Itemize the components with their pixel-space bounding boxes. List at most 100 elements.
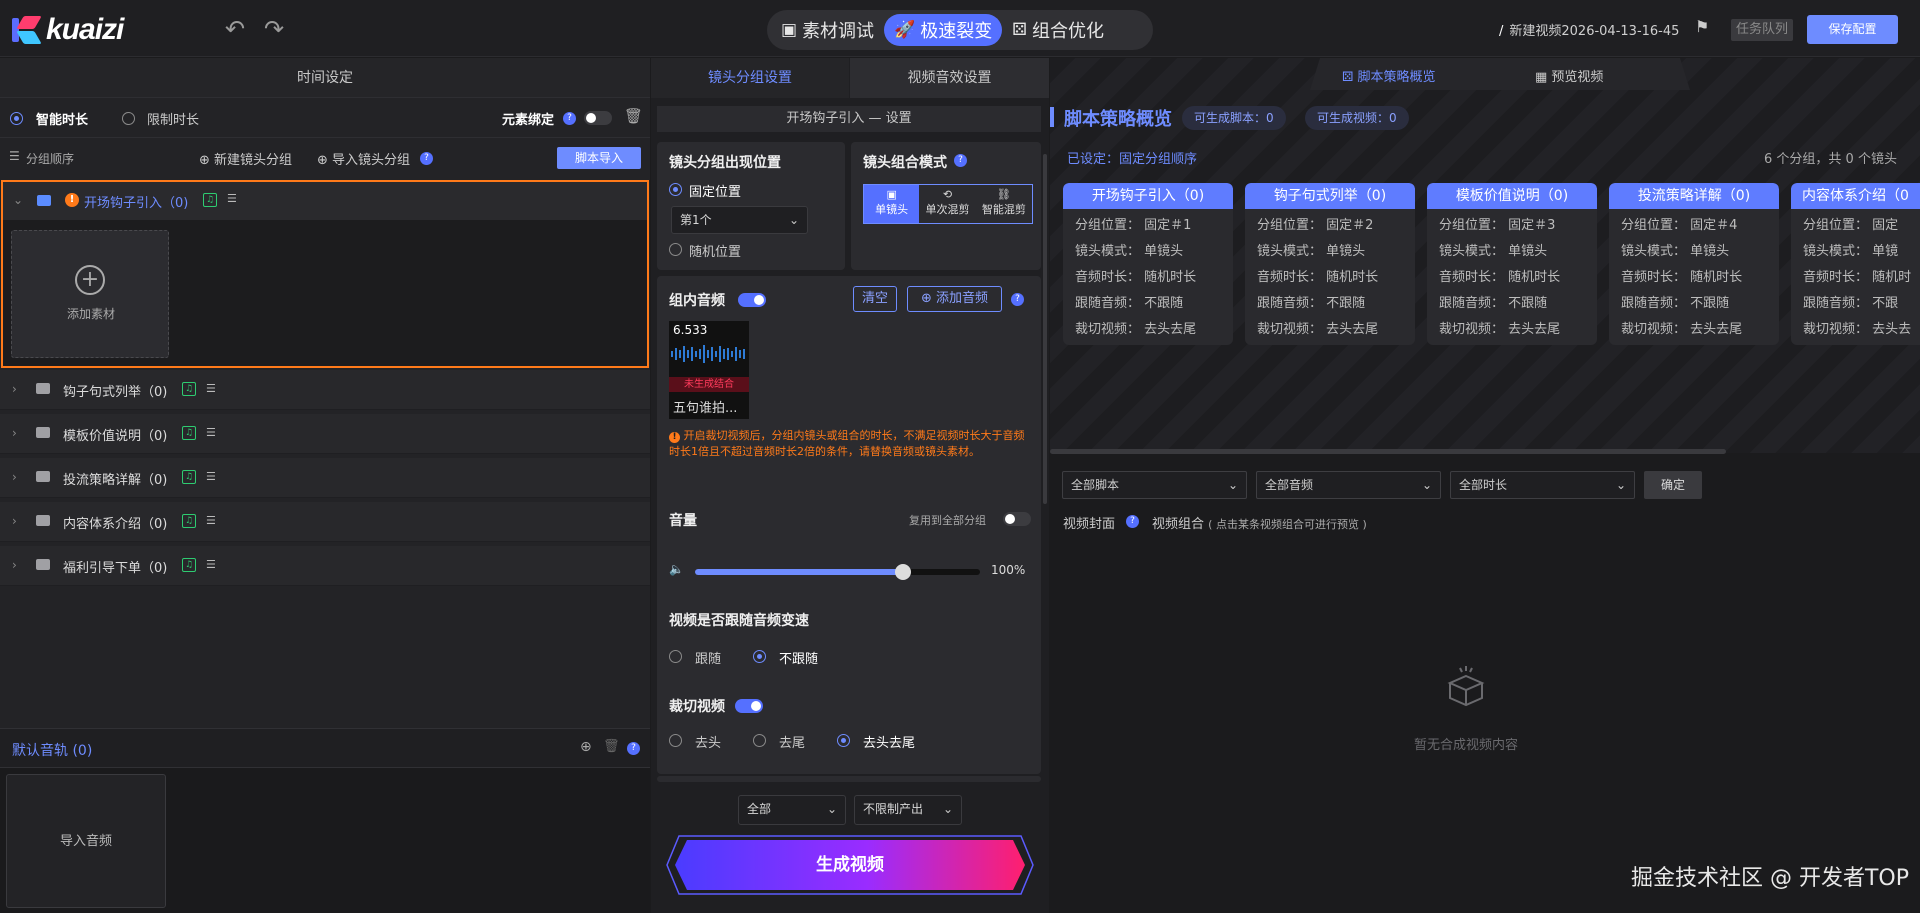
output-limit-select[interactable]: 不限制产出 ⌄ — [854, 795, 962, 825]
duration-filter-select[interactable]: 全部时长 ⌄ — [1450, 471, 1635, 499]
crop-both-radio[interactable] — [837, 734, 850, 747]
chevron-right-icon[interactable]: › — [12, 382, 17, 396]
pin-icon[interactable]: ⚑ — [1695, 17, 1709, 36]
script-filter-select[interactable]: 全部脚本 ⌄ — [1062, 471, 1247, 499]
music-icon[interactable]: ♫ — [182, 470, 196, 484]
help-icon[interactable]: ? — [1011, 293, 1024, 306]
follow-label: 跟随 — [695, 652, 722, 667]
smart-remix-option[interactable]: ⛓ 智能混剪 — [976, 185, 1032, 223]
element-bind-toggle[interactable] — [584, 111, 612, 125]
output-count-select[interactable]: 全部 ⌄ — [738, 795, 846, 825]
tab-preview-video[interactable]: ▦ 预览视频 — [1535, 66, 1603, 85]
group-expanded: ⌄ ! 开场钩子引入（0) ♫ ☰ + 添加素材 — [1, 180, 649, 368]
limit-duration-radio[interactable] — [122, 112, 135, 125]
music-icon[interactable]: ♫ — [182, 558, 196, 572]
help-icon[interactable]: ? — [627, 742, 640, 755]
waveform-icon — [671, 345, 745, 363]
fixed-position-radio[interactable] — [669, 183, 682, 196]
add-material-button[interactable]: + 添加素材 — [11, 230, 169, 358]
single-remix-option[interactable]: ⟲ 单次混剪 — [919, 185, 975, 223]
mode-combo-optimize[interactable]: ⚄ 组合优化 — [1002, 14, 1114, 46]
music-icon[interactable]: ♫ — [182, 426, 196, 440]
plus-circle-icon[interactable]: ⊕ — [580, 739, 592, 755]
music-icon[interactable]: ♫ — [182, 514, 196, 528]
group-card-title: 模板价值说明（0) — [1427, 183, 1597, 209]
subtitle-icon[interactable]: ☰ — [206, 426, 216, 439]
crop-tail-radio[interactable] — [753, 734, 766, 747]
volume-slider-handle[interactable] — [895, 564, 912, 580]
new-group-button[interactable]: ⊕ 新建镜头分组 — [199, 149, 292, 168]
mode-material-debug[interactable]: ▣ 素材调试 — [771, 14, 884, 46]
group-row[interactable]: › 内容体系介绍（0) ♫ ☰ — [0, 502, 650, 542]
group-card[interactable]: 内容体系介绍（0 分组位置： 固定 镜头模式： 单镜 音频时长： 随机时 跟随音… — [1791, 183, 1920, 345]
script-import-button[interactable]: 脚本导入 — [557, 147, 641, 169]
crop-title: 裁切视频 — [669, 699, 725, 715]
add-audio-button[interactable]: ⊕ 添加音频 — [907, 286, 1002, 312]
group-row[interactable]: › 模板价值说明（0) ♫ ☰ — [0, 414, 650, 454]
apply-all-toggle[interactable] — [1003, 512, 1031, 526]
group-row[interactable]: › 投流策略详解（0) ♫ ☰ — [0, 458, 650, 498]
card-crop: 裁切视频： 去头去 — [1803, 322, 1912, 337]
audio-name: 五句谁拍... — [673, 401, 738, 416]
chevron-right-icon[interactable]: › — [12, 558, 17, 572]
trash-icon[interactable]: 🗑 — [624, 107, 643, 125]
group-card[interactable]: 投流策略详解（0) 分组位置： 固定＃4 镜头模式： 单镜头 音频时长： 随机时… — [1609, 183, 1779, 345]
tab-sound-settings[interactable]: 视频音效设置 — [850, 58, 1049, 98]
subtitle-icon[interactable]: ☰ — [206, 558, 216, 571]
single-shot-option[interactable]: ▣ 单镜头 — [864, 185, 920, 223]
help-icon[interactable]: ? — [1126, 515, 1139, 528]
crop-toggle[interactable] — [735, 699, 763, 713]
confirm-button[interactable]: 确定 — [1644, 471, 1702, 499]
subtitle-icon[interactable]: ☰ — [206, 382, 216, 395]
chevron-right-icon[interactable]: › — [12, 426, 17, 440]
generate-video-button[interactable]: 生成视频 — [679, 840, 1021, 890]
help-icon[interactable]: ? — [954, 154, 967, 167]
subtitle-icon[interactable]: ☰ — [206, 470, 216, 483]
mode-fast-fission[interactable]: 🚀 极速裂变 — [884, 14, 1003, 46]
save-config-button[interactable]: 保存配置 — [1807, 15, 1898, 44]
chevron-right-icon[interactable]: › — [12, 470, 17, 484]
group-row[interactable]: › 钩子句式列举（0) ♫ ☰ — [0, 370, 650, 410]
position-select[interactable]: 第1个 ⌄ — [671, 206, 808, 234]
tab-strategy-overview[interactable]: ⚄ 脚本策略概览 — [1342, 66, 1435, 85]
import-audio-button[interactable]: 导入音频 — [6, 774, 166, 908]
apply-all-label: 复用到全部分组 — [909, 514, 986, 527]
horizontal-scrollbar[interactable] — [1050, 449, 1726, 454]
group-row[interactable]: › 福利引导下单（0) ♫ ☰ — [0, 546, 650, 586]
group-card[interactable]: 开场钩子引入（0) 分组位置： 固定＃1 镜头模式： 单镜头 音频时长： 随机时… — [1063, 183, 1233, 345]
redo-icon[interactable]: ↷ — [261, 16, 287, 42]
group-order-label[interactable]: 分组顺序 — [26, 150, 74, 167]
undo-icon[interactable]: ↶ — [222, 16, 248, 42]
group-card[interactable]: 模板价值说明（0) 分组位置： 固定＃3 镜头模式： 单镜头 音频时长： 随机时… — [1427, 183, 1597, 345]
trash-icon[interactable]: 🗑 — [603, 739, 620, 754]
group-audio-card: 组内音频 清空 ⊕ 添加音频 ? 6.533 未生成结合 五句谁拍... ! 开… — [657, 276, 1041, 774]
draft-name[interactable]: / 新建视频2026-04-13-16-45 — [1499, 20, 1679, 39]
random-position-radio[interactable] — [669, 243, 682, 256]
chevron-right-icon[interactable]: › — [12, 514, 17, 528]
volume-slider[interactable] — [695, 564, 980, 580]
audio-filter-select[interactable]: 全部音频 ⌄ — [1256, 471, 1441, 499]
help-icon[interactable]: ? — [563, 112, 576, 125]
audio-clip[interactable]: 6.533 未生成结合 五句谁拍... — [669, 321, 749, 419]
subtitle-icon[interactable]: ☰ — [206, 514, 216, 527]
help-icon[interactable]: ? — [420, 152, 433, 165]
group-audio-toggle[interactable] — [738, 293, 766, 307]
group-name[interactable]: 开场钩子引入（0) — [84, 192, 188, 211]
group-card[interactable]: 钩子句式列举（0) 分组位置： 固定＃2 镜头模式： 单镜头 音频时长： 随机时… — [1245, 183, 1415, 345]
follow-radio[interactable] — [669, 650, 682, 663]
strategy-overview-panel: ⚄ 脚本策略概览 ▦ 预览视频 脚本策略概览 可生成脚本：0 可生成视频：0 已… — [1050, 58, 1920, 913]
tab-group-settings[interactable]: 镜头分组设置 — [651, 58, 849, 98]
smart-duration-radio[interactable] — [10, 112, 23, 125]
music-icon[interactable]: ♫ — [182, 382, 196, 396]
top-bar: kuaizi ↶ ↷ ▣ 素材调试 🚀 极速裂变 ⚄ 组合优化 / 新建视频2026-0… — [0, 0, 1920, 57]
crop-head-radio[interactable] — [669, 734, 682, 747]
task-queue-button[interactable]: 任务队列 — [1731, 19, 1794, 41]
subtitle-icon[interactable]: ☰ — [227, 192, 237, 205]
music-icon[interactable]: ♫ — [203, 193, 217, 207]
scrollbar[interactable] — [1043, 154, 1047, 504]
chevron-down-icon[interactable]: ⌄ — [13, 193, 23, 207]
clear-button[interactable]: 清空 — [853, 286, 897, 312]
card-mode: 镜头模式： 单镜头 — [1439, 244, 1548, 259]
import-group-button[interactable]: ⊕ 导入镜头分组 — [317, 149, 410, 168]
not-follow-radio[interactable] — [753, 650, 766, 663]
